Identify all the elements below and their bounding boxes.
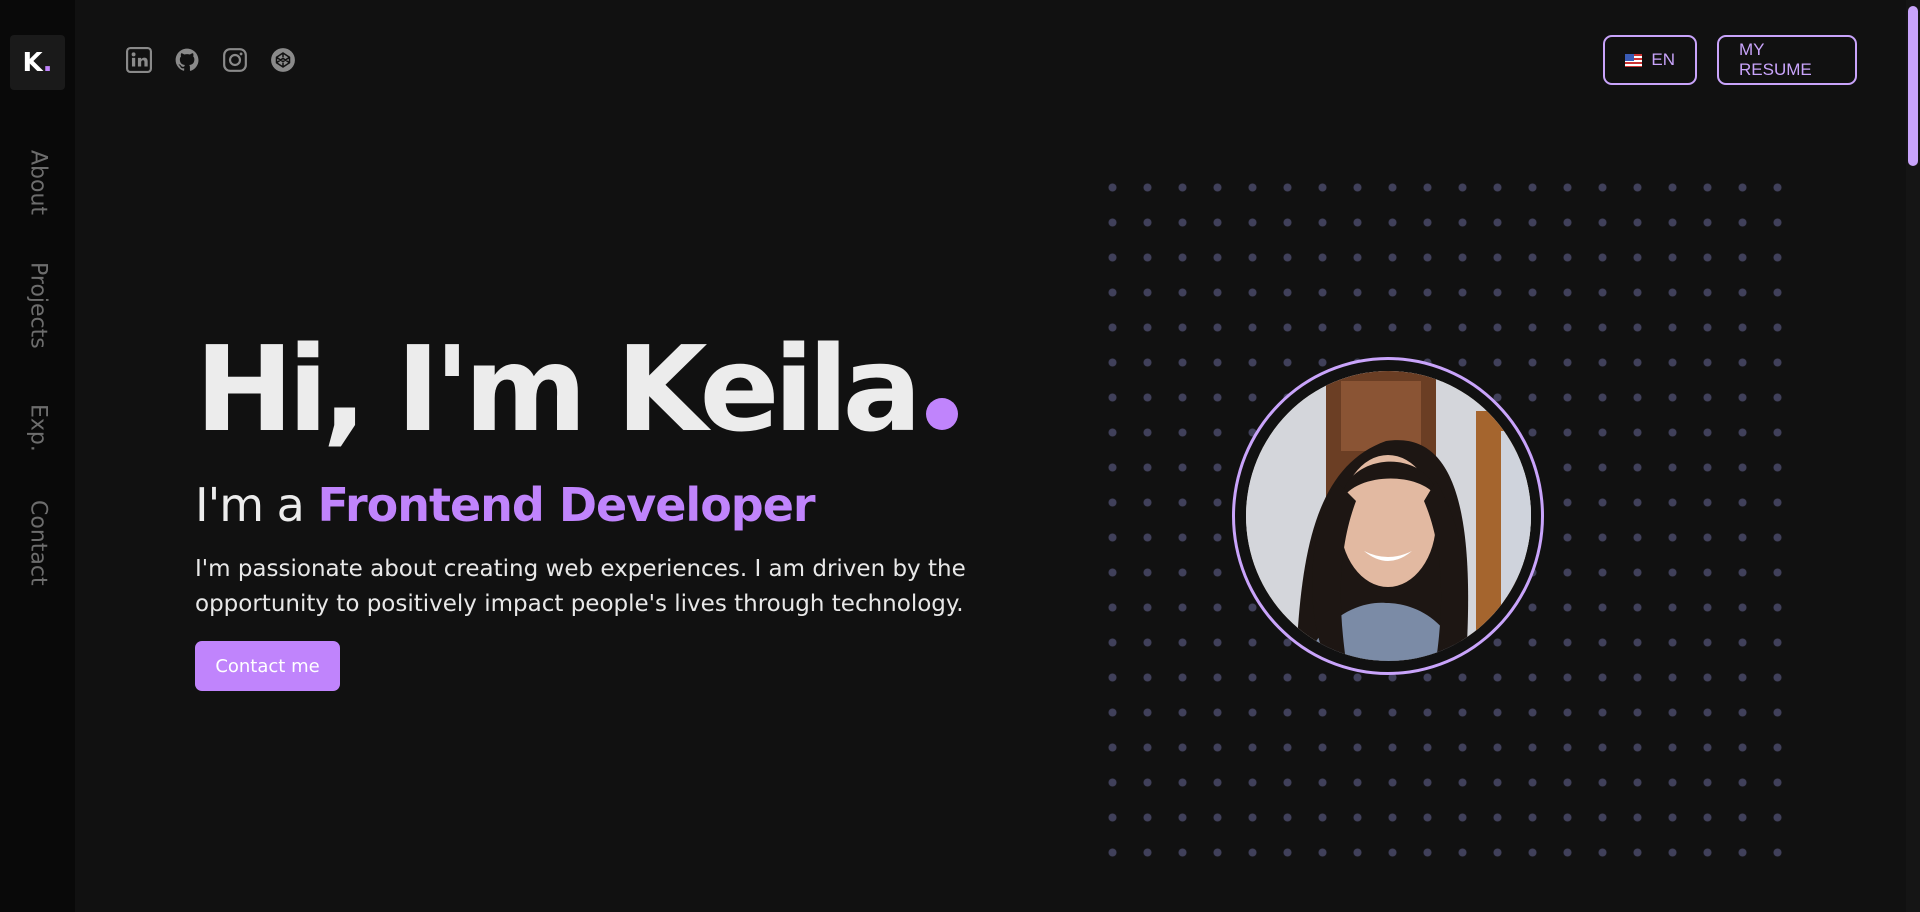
linkedin-icon[interactable] (125, 46, 152, 73)
avatar-ring (1232, 357, 1544, 675)
instagram-icon[interactable] (221, 46, 248, 73)
nav-projects[interactable]: Projects (26, 262, 51, 349)
nav-experience[interactable]: Exp. (26, 404, 51, 452)
main: EN MY RESUME Hi, I'm Keila I'm a Fronten… (75, 0, 1920, 912)
sidebar: K. About Projects Exp. Contact (0, 0, 75, 912)
header-buttons: EN MY RESUME (1603, 35, 1857, 85)
hero-title-text: Hi, I'm Keila (195, 320, 922, 458)
logo[interactable]: K. (10, 35, 65, 90)
resume-button[interactable]: MY RESUME (1717, 35, 1857, 85)
hero-title: Hi, I'm Keila (195, 330, 959, 448)
scrollbar[interactable] (1906, 0, 1920, 912)
logo-dot: . (42, 47, 53, 78)
role-text: Frontend Developer (317, 478, 815, 532)
social-links (125, 46, 296, 73)
scrollbar-thumb[interactable] (1908, 6, 1918, 166)
subtitle-prefix: I'm a (195, 478, 318, 532)
codepen-icon[interactable] (269, 46, 296, 73)
logo-letter: K (22, 47, 43, 78)
resume-label: MY RESUME (1739, 40, 1812, 79)
title-dot (926, 398, 959, 430)
language-label: EN (1651, 50, 1675, 69)
github-icon[interactable] (173, 46, 200, 73)
nav-about[interactable]: About (26, 150, 51, 215)
hero-subtitle: I'm a Frontend Developer (195, 478, 816, 532)
avatar-photo (1245, 371, 1531, 661)
contact-me-button[interactable]: Contact me (195, 641, 340, 691)
nav-contact[interactable]: Contact (26, 500, 51, 586)
us-flag-icon (1625, 53, 1643, 67)
language-button[interactable]: EN (1603, 35, 1697, 85)
hero-description: I'm passionate about creating web experi… (195, 556, 966, 617)
